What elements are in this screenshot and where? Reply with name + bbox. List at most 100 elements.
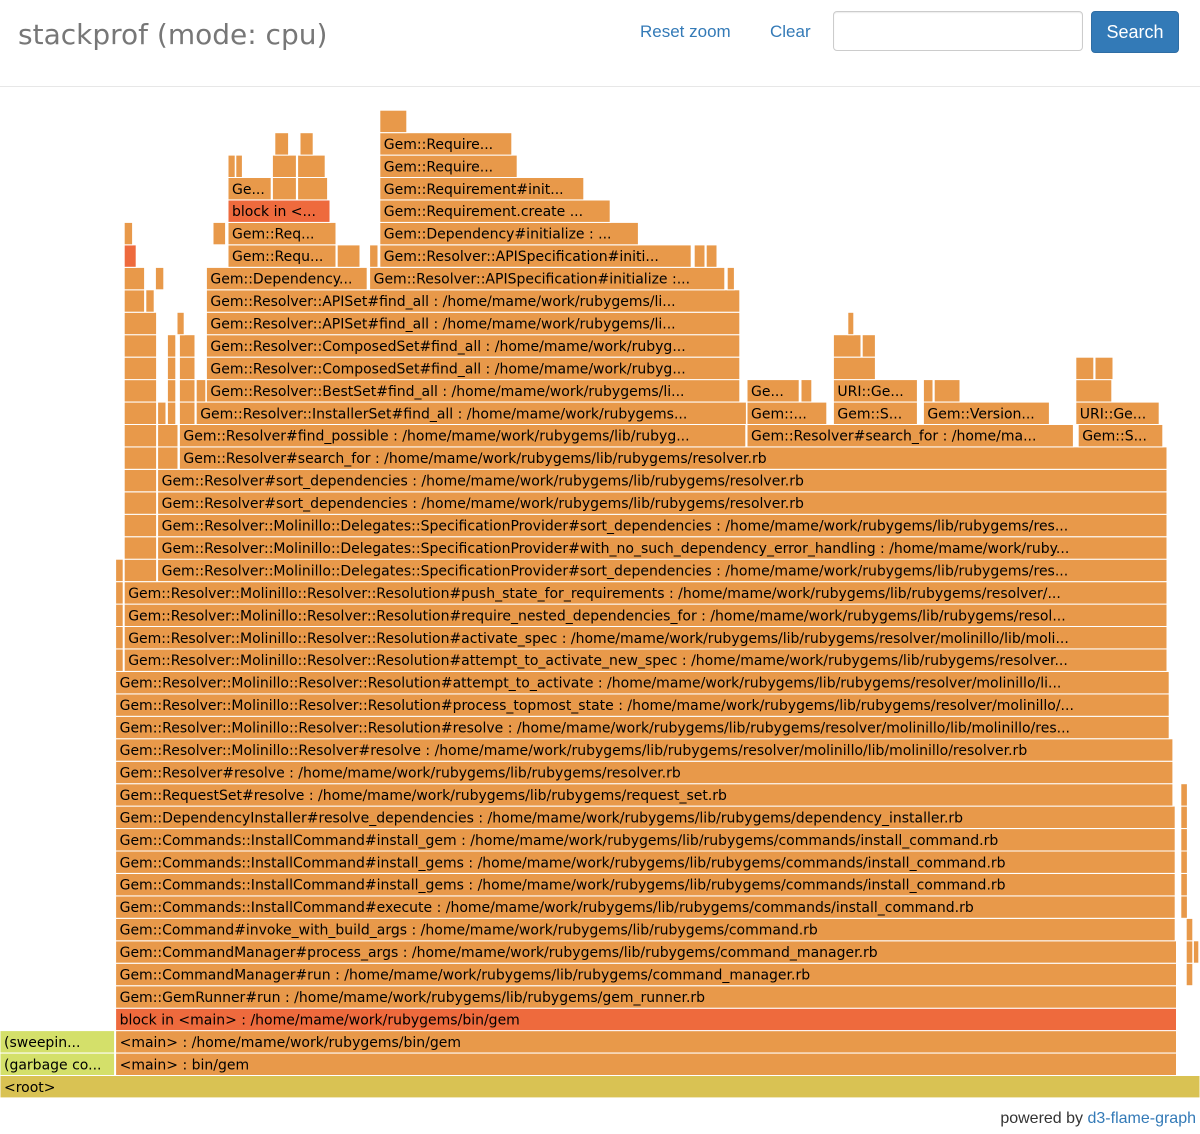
flame-frame[interactable]: Gem::Resolver::Molinillo::Delegates::Spe… bbox=[157, 558, 1168, 583]
flame-frame-rect[interactable] bbox=[115, 850, 1176, 874]
flame-frame-rect[interactable] bbox=[123, 289, 146, 313]
flame-frame[interactable] bbox=[123, 468, 158, 493]
flame-frame-rect[interactable] bbox=[115, 558, 124, 583]
flame-frame[interactable] bbox=[1094, 356, 1114, 381]
flame-frame[interactable]: Gem::Commands::InstallCommand#install_ge… bbox=[115, 828, 1176, 852]
search-input[interactable] bbox=[833, 11, 1083, 51]
flame-frame[interactable]: block in <... bbox=[227, 199, 331, 223]
flame-frame-rect[interactable] bbox=[115, 783, 1174, 807]
flame-frame-rect[interactable] bbox=[123, 424, 158, 448]
flame-frame-rect[interactable] bbox=[746, 424, 1074, 448]
flame-frame[interactable] bbox=[178, 379, 196, 403]
flame-frame-rect[interactable] bbox=[178, 401, 196, 426]
flame-frame-rect[interactable] bbox=[123, 491, 158, 515]
flame-frame-rect[interactable] bbox=[178, 379, 196, 403]
flame-frame-rect[interactable] bbox=[115, 962, 1178, 987]
flame-frame[interactable] bbox=[1180, 895, 1188, 919]
flame-frame-rect[interactable] bbox=[123, 581, 1168, 605]
flame-frame[interactable]: Gem::S... bbox=[832, 401, 918, 426]
flame-frame[interactable]: Gem::Resolver#find_possible : /home/mame… bbox=[178, 424, 747, 448]
flame-frame-rect[interactable] bbox=[1180, 783, 1188, 807]
flame-frame[interactable]: Gem::Resolver::Molinillo::Resolver::Reso… bbox=[123, 603, 1168, 627]
flame-frame[interactable] bbox=[123, 244, 137, 268]
flame-frame[interactable] bbox=[123, 356, 158, 381]
flame-frame-rect[interactable] bbox=[271, 177, 297, 201]
flame-frame[interactable]: URI::Ge... bbox=[832, 379, 918, 403]
flame-frame[interactable]: Gem::S... bbox=[1077, 424, 1164, 448]
flame-frame-rect[interactable] bbox=[379, 154, 518, 178]
flame-frame-rect[interactable] bbox=[157, 558, 1168, 583]
flame-frame-rect[interactable] bbox=[274, 132, 290, 156]
flame-frame-rect[interactable] bbox=[832, 379, 918, 403]
flame-frame-rect[interactable] bbox=[1185, 962, 1194, 987]
flame-frame[interactable] bbox=[235, 154, 243, 178]
flame-frame-rect[interactable] bbox=[115, 1007, 1178, 1032]
flame-frame[interactable]: Gem::Resolver#search_for : /home/ma... bbox=[746, 424, 1074, 448]
flame-frame-rect[interactable] bbox=[922, 379, 934, 403]
flame-frame-rect[interactable] bbox=[832, 401, 918, 426]
flame-frame[interactable]: Gem::CommandManager#process_args : /home… bbox=[115, 940, 1178, 964]
flame-frame[interactable] bbox=[115, 626, 124, 650]
flame-frame-rect[interactable] bbox=[115, 671, 1170, 695]
flame-frame-rect[interactable] bbox=[123, 401, 158, 426]
flame-frame[interactable] bbox=[157, 401, 167, 426]
flame-frame[interactable]: Gem::Resolver::Molinillo::Resolver::Reso… bbox=[115, 671, 1170, 695]
flame-frame[interactable] bbox=[922, 379, 934, 403]
flame-frame[interactable]: Gem::Commands::InstallCommand#install_ge… bbox=[115, 850, 1176, 874]
flame-frame-rect[interactable] bbox=[154, 266, 165, 291]
flame-frame-rect[interactable] bbox=[746, 401, 828, 426]
flame-frame[interactable]: block in <main> : /home/mame/work/rubyge… bbox=[115, 1007, 1178, 1032]
flame-frame[interactable] bbox=[115, 558, 124, 583]
flame-frame-rect[interactable] bbox=[115, 805, 1176, 829]
flame-frame[interactable]: Gem::Requirement#init... bbox=[379, 177, 585, 201]
flame-frame[interactable] bbox=[800, 379, 813, 403]
flame-frame-rect[interactable] bbox=[933, 379, 961, 403]
flame-frame-rect[interactable] bbox=[227, 177, 272, 201]
flame-frame[interactable] bbox=[297, 154, 326, 178]
flame-frame-rect[interactable] bbox=[271, 154, 297, 178]
flame-frame[interactable] bbox=[1180, 873, 1188, 897]
flame-frame[interactable] bbox=[178, 334, 196, 358]
d3-flame-graph-link[interactable]: d3-flame-graph bbox=[1088, 1110, 1197, 1127]
flame-frame-rect[interactable] bbox=[1180, 828, 1188, 852]
flame-frame-rect[interactable] bbox=[800, 379, 813, 403]
flame-frame-rect[interactable] bbox=[0, 1075, 1200, 1099]
flame-frame-rect[interactable] bbox=[166, 356, 177, 381]
flame-frame[interactable]: Gem::Command#invoke_with_build_args : /h… bbox=[115, 917, 1176, 942]
flame-frame-rect[interactable] bbox=[115, 693, 1170, 717]
flame-frame[interactable]: Gem::Resolver#sort_dependencies : /home/… bbox=[157, 468, 1168, 493]
flame-frame[interactable] bbox=[123, 311, 158, 336]
flame-frame-rect[interactable] bbox=[861, 334, 876, 358]
flame-frame-rect[interactable] bbox=[115, 917, 1176, 942]
flame-frame-rect[interactable] bbox=[1185, 940, 1194, 964]
flame-frame[interactable] bbox=[123, 513, 158, 538]
flame-frame[interactable]: Gem::Commands::InstallCommand#install_ge… bbox=[115, 873, 1176, 897]
flame-frame[interactable] bbox=[123, 401, 158, 426]
flame-frame-rect[interactable] bbox=[726, 266, 735, 291]
flame-frame-rect[interactable] bbox=[336, 244, 361, 268]
flame-frame-rect[interactable] bbox=[157, 424, 179, 448]
flame-frame-rect[interactable] bbox=[379, 132, 513, 156]
flame-frame[interactable] bbox=[274, 132, 290, 156]
flame-frame[interactable]: Gem::Resolver::Molinillo::Delegates::Spe… bbox=[157, 536, 1168, 560]
flame-frame[interactable] bbox=[166, 334, 177, 358]
flame-frame[interactable] bbox=[379, 109, 408, 134]
flame-frame-rect[interactable] bbox=[178, 334, 196, 358]
flame-frame[interactable] bbox=[1075, 356, 1095, 381]
flame-frame[interactable]: URI::Ge... bbox=[1075, 401, 1160, 426]
flame-frame-rect[interactable] bbox=[115, 873, 1176, 897]
flame-frame[interactable] bbox=[212, 221, 227, 246]
flame-frame-rect[interactable] bbox=[166, 379, 177, 403]
flame-frame-rect[interactable] bbox=[166, 401, 177, 426]
flame-frame[interactable]: Gem::Dependency#initialize : ... bbox=[379, 221, 639, 246]
flame-frame[interactable]: Gem::Version... bbox=[922, 401, 1050, 426]
flame-frame-rect[interactable] bbox=[379, 244, 692, 268]
flame-frame-rect[interactable] bbox=[297, 154, 326, 178]
flame-frame[interactable] bbox=[933, 379, 961, 403]
flame-frame[interactable] bbox=[123, 379, 158, 403]
flame-frame[interactable] bbox=[726, 266, 735, 291]
flame-frame[interactable] bbox=[123, 536, 158, 560]
flame-frame-rect[interactable] bbox=[195, 401, 747, 426]
flame-frame-rect[interactable] bbox=[123, 513, 158, 538]
flame-frame-rect[interactable] bbox=[115, 760, 1174, 785]
